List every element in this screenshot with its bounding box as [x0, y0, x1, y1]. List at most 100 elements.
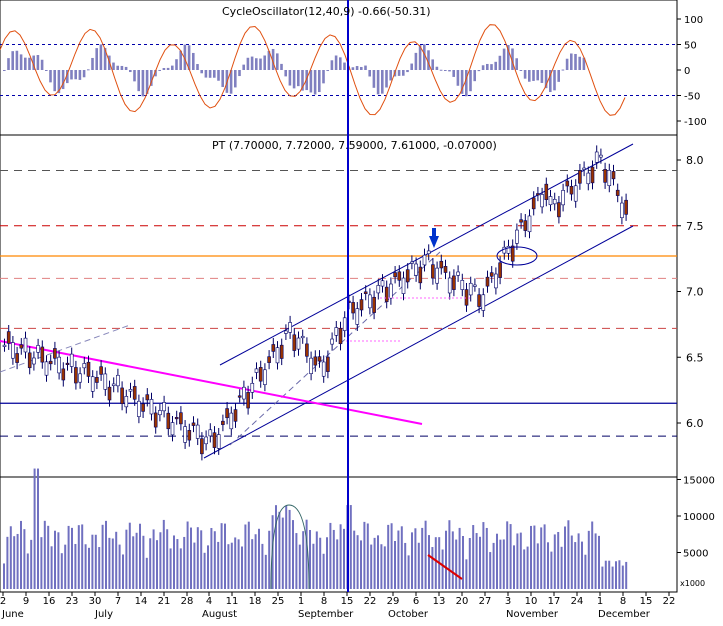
volume-bar — [162, 519, 165, 589]
volume-bar — [526, 546, 529, 589]
cycle-tick-label: -50 — [684, 92, 700, 103]
cycle-bar — [137, 70, 140, 92]
volume-bar — [455, 539, 458, 589]
volume-bar — [465, 559, 468, 589]
volume-bar — [499, 539, 502, 589]
cycle-bar — [565, 58, 569, 70]
candle-body — [397, 271, 402, 281]
cycle-bar — [309, 70, 313, 93]
volume-bar — [20, 520, 22, 589]
candle-body — [368, 294, 372, 309]
volume-bar — [343, 528, 345, 589]
volume-bar — [111, 538, 114, 589]
candle-body — [443, 266, 448, 273]
volume-bar — [509, 524, 512, 589]
volume-bar — [166, 529, 169, 589]
candle-body — [384, 286, 389, 303]
candle-body — [170, 422, 175, 436]
volume-bar — [380, 544, 383, 589]
candle-body — [103, 373, 108, 390]
price-tick-label: 6.5 — [686, 351, 704, 364]
candle-body — [473, 284, 477, 287]
volume-bar — [203, 552, 206, 589]
volume-bar — [258, 528, 260, 589]
cycle-bar — [523, 70, 527, 79]
candle-body — [599, 154, 603, 158]
volume-bar — [156, 540, 158, 589]
candle-body — [229, 412, 234, 430]
cycle-bar — [444, 70, 447, 71]
x-month-label: October — [388, 609, 429, 620]
candle-body — [6, 331, 11, 344]
volume-bar — [244, 524, 247, 589]
volume-bar — [601, 566, 604, 589]
volume-bar — [414, 528, 417, 589]
candle-body — [242, 386, 246, 400]
candle-body — [435, 267, 439, 284]
volume-bar — [183, 536, 186, 589]
x-day-label: 21 — [158, 596, 171, 607]
candle-body — [468, 282, 473, 296]
candle-body — [2, 344, 7, 347]
candle-body — [200, 438, 204, 455]
price-tick-label: 8.0 — [686, 154, 704, 167]
candle-body — [233, 409, 238, 422]
candle-body — [410, 261, 414, 264]
candle-body — [401, 277, 406, 294]
cycle-bar — [11, 51, 14, 70]
cycle-bar — [490, 64, 493, 70]
x-month-label: June — [1, 609, 24, 620]
volume-layer — [3, 468, 628, 590]
cycle-bar — [91, 57, 94, 70]
candle-body — [573, 185, 578, 202]
cycle-bar — [124, 66, 128, 70]
volume-bar — [553, 534, 556, 589]
candle-body — [292, 334, 297, 351]
volume-bar — [428, 535, 430, 589]
candle-body — [183, 426, 187, 443]
cycle-bar — [40, 59, 44, 70]
x-day-label: 4 — [206, 596, 212, 607]
candle-body — [615, 189, 620, 196]
candle-body — [279, 344, 284, 359]
volume-bar — [366, 523, 369, 589]
candle-body — [40, 346, 45, 363]
volume-bar — [13, 536, 16, 589]
cycle-bar — [330, 60, 334, 70]
volume-bar — [101, 524, 104, 589]
volume-bar — [519, 532, 522, 589]
x-day-label: 30 — [89, 596, 102, 607]
cycle-bar — [45, 70, 48, 71]
volume-bar — [190, 527, 192, 589]
cycle-bar — [116, 65, 119, 70]
cycle-bar — [452, 70, 455, 77]
stock-chart: 100 50 0 -50 -100 8.0 7.5 7.0 6.5 6.0 15000 10000 50… — [0, 0, 723, 621]
cycle-bar — [456, 70, 460, 86]
volume-bar — [37, 468, 39, 589]
candle-body — [271, 344, 276, 352]
cycle-bar — [49, 70, 52, 83]
cycle-bar — [3, 70, 6, 71]
cycle-bar — [313, 70, 317, 95]
volume-bar — [472, 525, 475, 589]
volume-bar — [105, 520, 107, 589]
x-day-label: 22 — [364, 596, 377, 607]
volume-bar — [108, 537, 111, 589]
candle-body — [607, 170, 612, 186]
volume-bar — [407, 555, 410, 589]
volume-bar — [292, 520, 294, 589]
early-trend-line — [0, 324, 131, 373]
volume-bar — [264, 554, 267, 589]
cycle-bar — [15, 50, 19, 70]
cycle-bar — [381, 70, 384, 94]
volume-bar — [213, 531, 216, 589]
candle-body — [145, 394, 150, 401]
volume-bar — [373, 537, 376, 589]
x-day-label: 13 — [433, 596, 446, 607]
cycle-bar — [297, 70, 300, 87]
x-day-label: 27 — [479, 596, 492, 607]
cycle-bar — [351, 67, 355, 70]
candle-body — [334, 327, 339, 336]
x-day-label: 1 — [597, 596, 603, 607]
cycle-bar — [473, 70, 476, 82]
